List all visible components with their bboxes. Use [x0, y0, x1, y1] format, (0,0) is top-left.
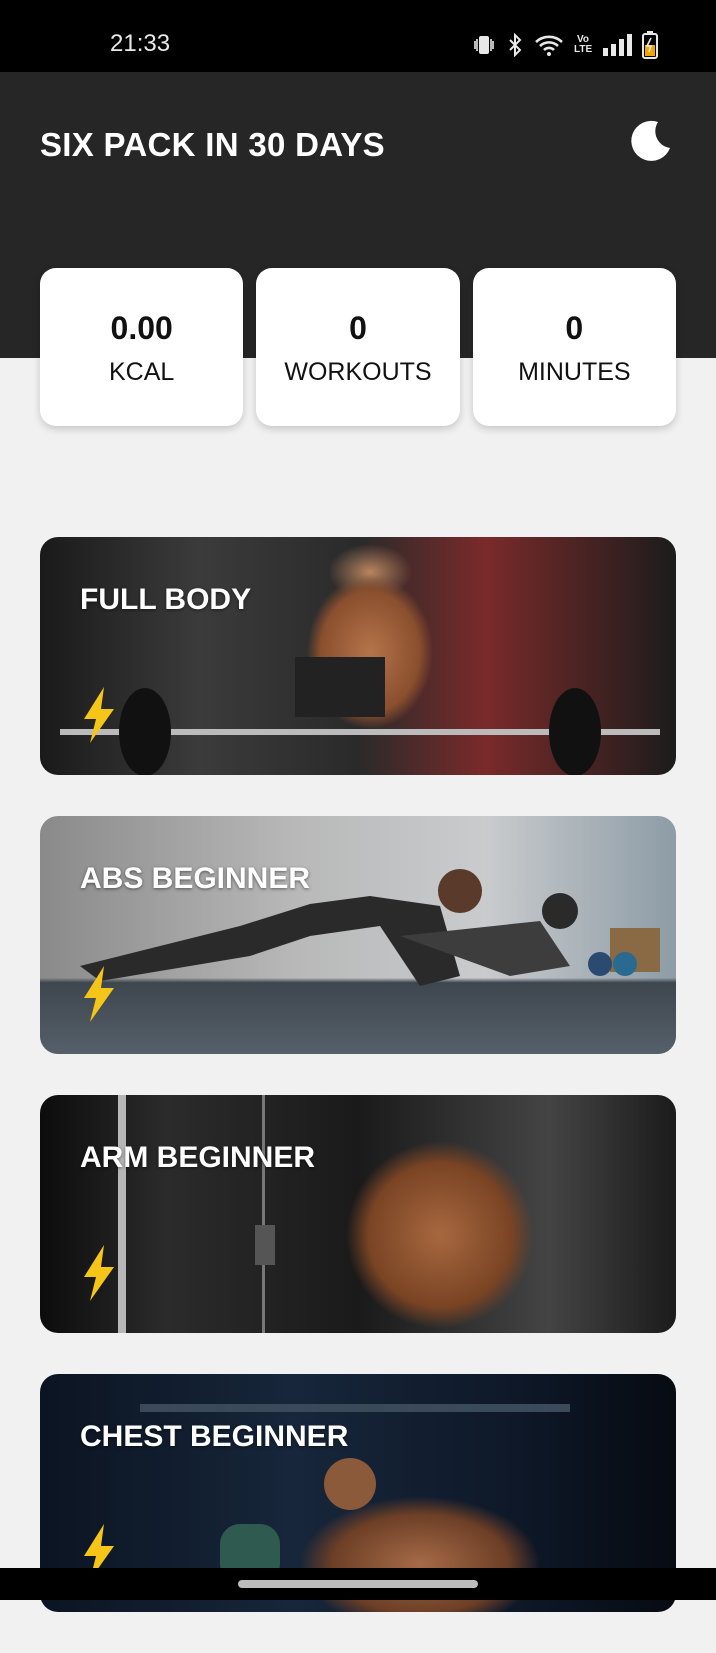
volte-icon: Vo LTE	[574, 34, 593, 55]
workout-title: ABS BEGINNER	[80, 862, 311, 895]
workout-title: FULL BODY	[80, 583, 252, 616]
stat-label: WORKOUTS	[284, 358, 432, 387]
stat-label: MINUTES	[518, 358, 631, 387]
app-title: SIX PACK IN 30 DAYS	[40, 126, 385, 163]
workout-card-abs-beginner[interactable]: ABS BEGINNER	[40, 816, 676, 1054]
stat-card-kcal: 0.00 KCAL	[40, 268, 244, 426]
battery-icon	[642, 31, 658, 59]
stat-value: 0	[349, 309, 367, 346]
signal-icon	[602, 34, 632, 56]
stats-row: 0.00 KCAL 0 WORKOUTS 0 MINUTES	[40, 268, 676, 426]
wifi-icon	[534, 33, 564, 57]
stat-value: 0	[565, 309, 584, 346]
workout-list: FULL BODY ABS BEGINNER ARM BEGINNER CHES…	[40, 537, 676, 1653]
navigation-bar	[0, 1568, 716, 1600]
workout-image	[40, 1095, 676, 1333]
home-gesture-handle[interactable]	[238, 1580, 478, 1588]
lightning-bolt-icon	[84, 1245, 114, 1301]
moon-icon	[631, 120, 670, 161]
workout-image	[40, 816, 676, 1054]
theme-toggle-button[interactable]	[626, 116, 676, 166]
workout-card-arm-beginner[interactable]: ARM BEGINNER	[40, 1095, 676, 1333]
stat-label: KCAL	[109, 358, 175, 387]
bluetooth-icon	[506, 33, 524, 57]
workout-card-full-body[interactable]: FULL BODY	[40, 537, 676, 775]
status-time: 21:33	[110, 30, 171, 57]
lightning-bolt-icon	[84, 687, 114, 743]
workout-image	[40, 537, 676, 775]
stat-card-minutes: 0 MINUTES	[472, 268, 676, 426]
lightning-bolt-icon	[84, 966, 114, 1022]
status-bar: 21:33 Vo LTE	[0, 0, 716, 72]
status-icons: Vo LTE	[472, 30, 658, 60]
stat-card-workouts: 0 WORKOUTS	[256, 268, 460, 426]
workout-title: ARM BEGINNER	[80, 1141, 316, 1174]
workout-title: CHEST BEGINNER	[80, 1420, 349, 1453]
stat-value: 0.00	[110, 309, 173, 346]
vibrate-icon	[472, 33, 496, 57]
